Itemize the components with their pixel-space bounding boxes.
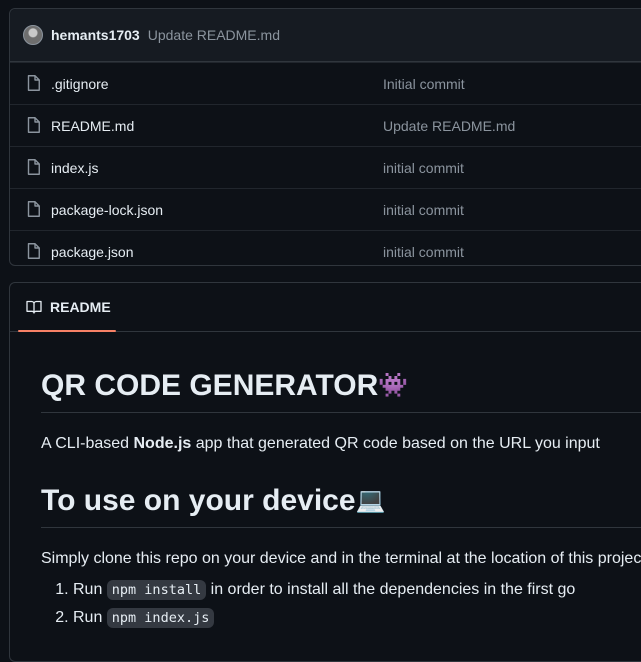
readme-heading-usage: To use on your device💻 [41,483,641,528]
readme-title-text: QR CODE GENERATOR [41,369,379,402]
file-icon [27,159,40,175]
file-name-link[interactable]: package.json [51,244,134,260]
readme-box: README QR CODE GENERATOR👾 A CLI-based No… [9,282,641,662]
intro-bold: Node.js [133,435,192,452]
file-commit-message-link[interactable]: initial commit [383,160,464,176]
file-icon [27,117,40,133]
file-name-link[interactable]: package-lock.json [51,202,163,218]
list-item: Run npm index.js [73,604,575,632]
tab-readme[interactable]: README [18,283,116,332]
file-name-link[interactable]: README.md [51,118,134,134]
file-icon [27,75,40,91]
intro-prefix: A CLI-based [41,435,134,452]
inline-code: npm index.js [106,608,215,628]
alien-monster-icon: 👾 [378,372,409,399]
file-list-box: hemants1703 Update README.md .gitignore … [9,8,641,266]
readme-title: QR CODE GENERATOR👾 [41,368,641,413]
inline-code: npm install [106,580,207,600]
heading-usage-text: To use on your device [41,484,356,517]
intro-suffix: app that generated QR code based on the … [191,435,600,452]
file-icon [27,201,40,217]
readme-usage-text: Simply clone this repo on your device an… [41,550,641,567]
readme-steps-list: Run npm install in order to install all … [41,576,575,632]
author-avatar[interactable] [23,25,43,45]
book-icon [26,300,42,314]
file-commit-message-link[interactable]: Initial commit [383,76,465,92]
tab-readme-label: README [50,299,111,315]
laptop-icon: 💻 [355,487,386,514]
list-item: Run npm install in order to install all … [73,576,575,604]
readme-intro: A CLI-based Node.js app that generated Q… [41,435,600,453]
file-row[interactable]: package.json initial commit [10,230,641,272]
file-commit-message-link[interactable]: initial commit [383,202,464,218]
file-name-link[interactable]: index.js [51,160,98,176]
file-icon [27,243,40,259]
file-name-link[interactable]: .gitignore [51,76,109,92]
commit-author-link[interactable]: hemants1703 [51,27,140,43]
file-row[interactable]: .gitignore Initial commit [10,62,641,104]
step-prefix: Run [73,609,107,626]
commit-message-link[interactable]: Update README.md [148,27,280,43]
latest-commit-header: hemants1703 Update README.md [10,9,641,62]
file-commit-message-link[interactable]: Update README.md [383,118,515,134]
step-prefix: Run [73,581,107,598]
step-suffix: in order to install all the dependencies… [206,581,576,598]
readme-tab-bar: README [10,283,641,332]
file-row[interactable]: README.md Update README.md [10,104,641,146]
file-row[interactable]: index.js initial commit [10,146,641,188]
file-row[interactable]: package-lock.json initial commit [10,188,641,230]
file-commit-message-link[interactable]: initial commit [383,244,464,260]
